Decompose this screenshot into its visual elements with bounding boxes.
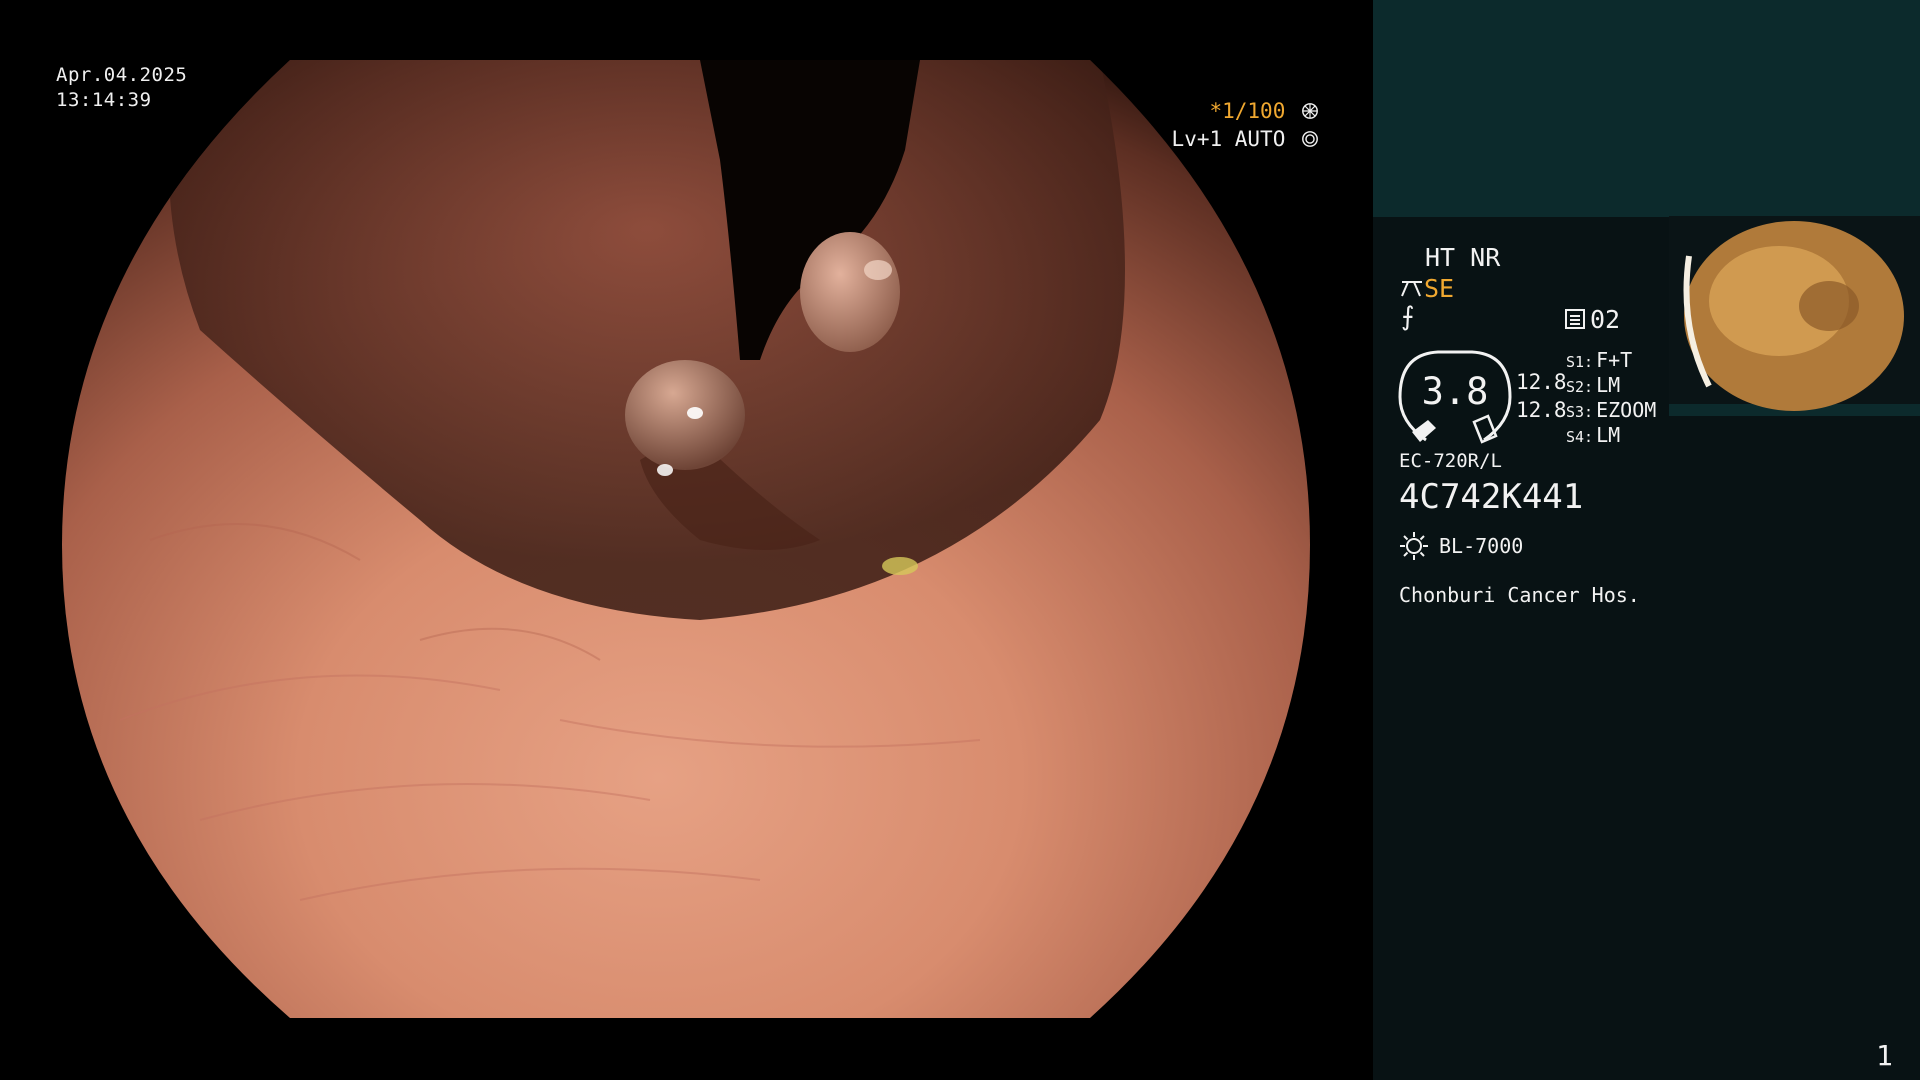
page-number: 1: [1876, 1039, 1893, 1072]
slot-icon: [1565, 309, 1585, 329]
shutter-icon: [1302, 103, 1318, 119]
exam-date: Apr.04.2025: [56, 64, 188, 86]
se-label: SE: [1424, 274, 1455, 303]
scissors-icon: [1401, 281, 1422, 297]
switch-key: S2:: [1566, 378, 1594, 396]
switch-row-s2: S2: LM: [1566, 373, 1620, 397]
scope-model: EC-720R/L: [1399, 450, 1502, 472]
switch-row-s1: S1: F+T: [1566, 348, 1632, 372]
switch-key: S4:: [1566, 428, 1594, 446]
switch-value: LM: [1596, 423, 1621, 447]
gauge-side-value-1: 12.8: [1516, 370, 1567, 394]
light-source: BL-7000: [1439, 534, 1524, 558]
level-value: Lv+1 AUTO: [1171, 127, 1286, 151]
switch-key: S3:: [1566, 403, 1594, 421]
exam-time: 13:14:39: [56, 89, 152, 111]
slot-indicator: 02: [1564, 305, 1620, 334]
endoscopy-view: Apr.04.2025 13:14:39 *1/100 Lv+1 AUTO: [0, 0, 1373, 1080]
level-readout: Lv+1 AUTO: [1172, 127, 1319, 151]
switch-value: EZOOM: [1596, 398, 1657, 422]
auto-iris-icon: [1302, 131, 1318, 147]
structure-enhance-indicator: SE: [1400, 274, 1454, 303]
panel-header-block: [1373, 0, 1920, 217]
shutter-value: *1/100: [1209, 99, 1286, 123]
gauge-side-value-2: 12.8: [1516, 398, 1567, 422]
light-icon: [1400, 532, 1428, 560]
slot-label: 02: [1590, 305, 1621, 334]
switch-key: S1:: [1566, 353, 1594, 371]
ht-nr-indicator: HT NR: [1425, 243, 1501, 272]
info-panel: HT NR SE ⨍ 02 3.8 12.8 12.8 S1: F+T S2: LM…: [1373, 0, 1920, 1080]
switch-row-s4: S4: LM: [1566, 423, 1620, 447]
shutter-readout: *1/100: [1209, 99, 1319, 123]
thumbnail-image: [1669, 216, 1920, 416]
switch-value: F+T: [1596, 348, 1633, 372]
scope-serial: 4C742K441: [1399, 477, 1584, 517]
switch-value: LM: [1596, 373, 1621, 397]
endoscopic-image: [62, 60, 1310, 1018]
hospital-name: Chonburi Cancer Hos.: [1399, 583, 1640, 607]
fluid-icon: ⨍: [1401, 302, 1415, 332]
gauge-value: 3.8: [1421, 370, 1489, 413]
switch-row-s3: S3: EZOOM: [1566, 398, 1656, 422]
